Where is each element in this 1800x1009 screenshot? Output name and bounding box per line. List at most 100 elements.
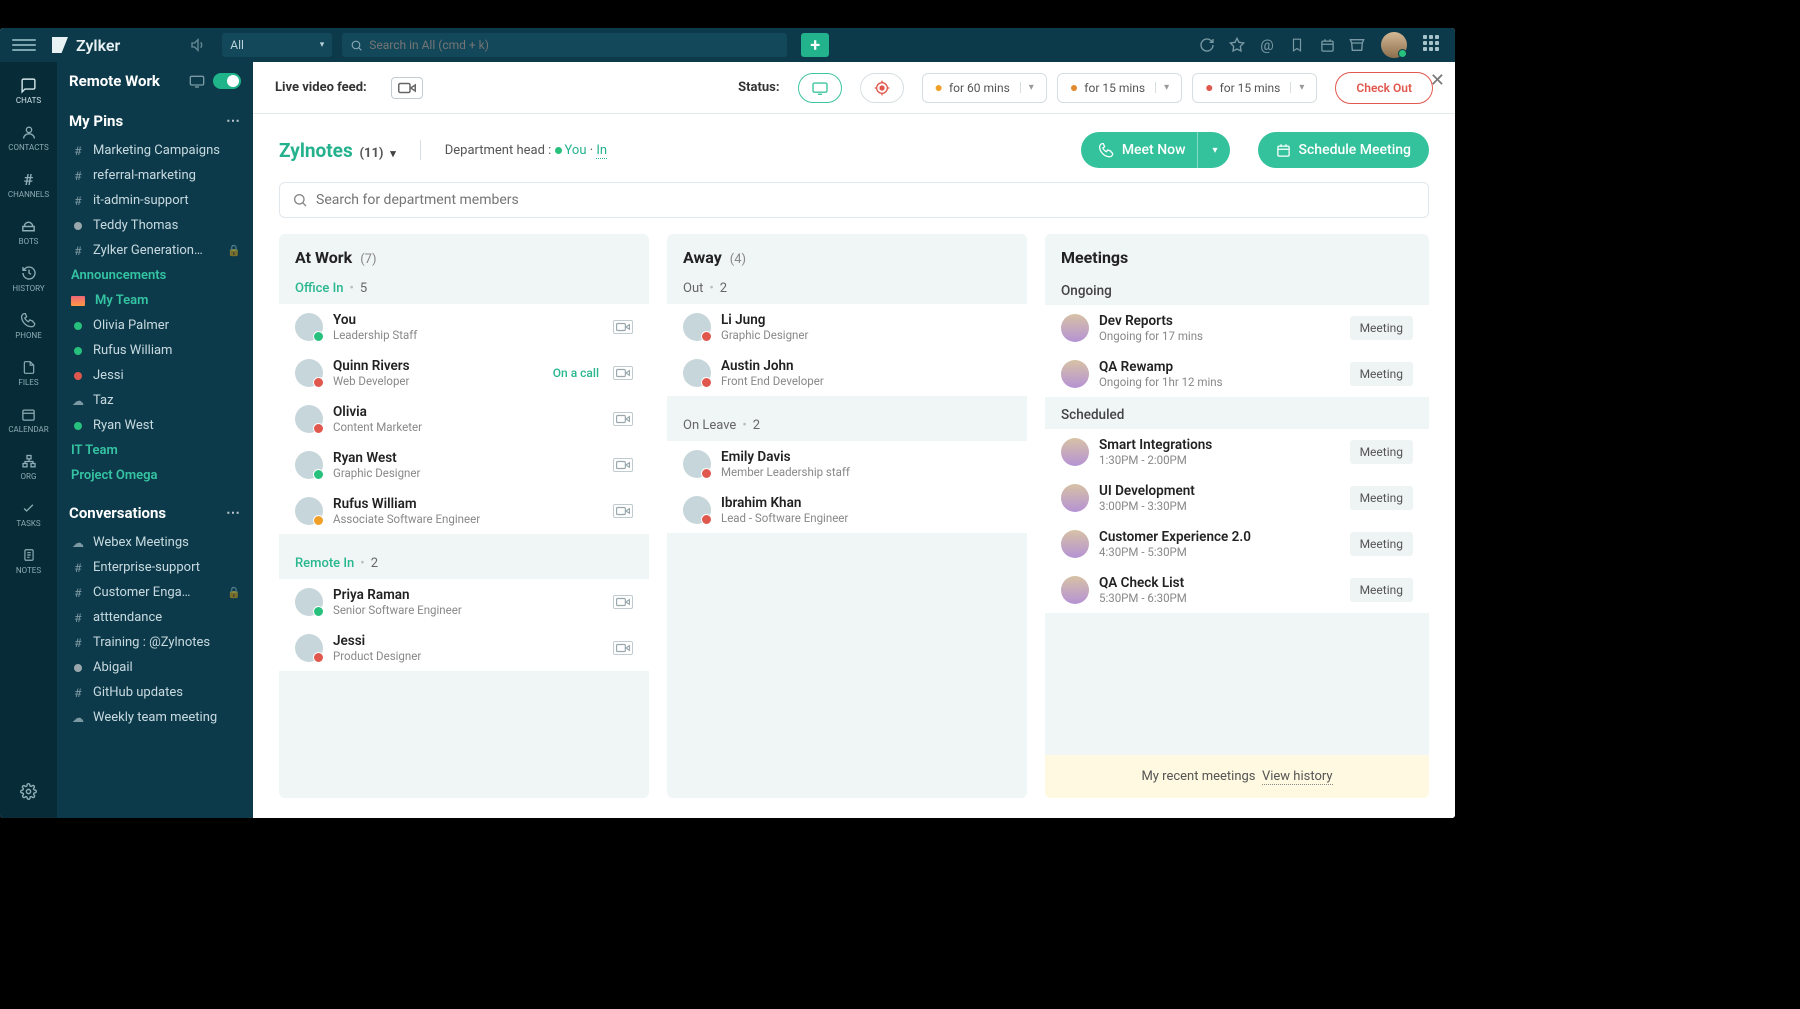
- member-row[interactable]: Austin JohnFront End Developer: [667, 350, 1027, 396]
- rail-org[interactable]: ORG: [0, 446, 57, 487]
- brand[interactable]: Zylker: [52, 36, 120, 55]
- my-pins-title[interactable]: My Pins⋯: [57, 104, 253, 138]
- camera-icon[interactable]: [613, 412, 633, 426]
- sidebar-item[interactable]: Teddy Thomas: [57, 213, 253, 238]
- member-row[interactable]: YouLeadership Staff: [279, 304, 649, 350]
- sidebar-item[interactable]: #Enterprise-support: [57, 555, 253, 580]
- dept-name[interactable]: Zylnotes (11) ▾: [279, 139, 396, 162]
- meeting-row[interactable]: Smart Integrations1:30PM - 2:00PMMeeting: [1045, 429, 1429, 475]
- sidebar-item[interactable]: Jessi: [57, 363, 253, 388]
- view-history-link[interactable]: View history: [1262, 769, 1333, 785]
- camera-icon[interactable]: [613, 366, 633, 380]
- sidebar-item[interactable]: #GitHub updates: [57, 680, 253, 705]
- rail-calendar[interactable]: CALENDAR: [0, 399, 57, 440]
- away-option-meal[interactable]: ●for 60 mins▾: [922, 73, 1047, 103]
- sidebar-item[interactable]: ☁Weekly team meeting: [57, 705, 253, 730]
- sidebar-item[interactable]: #Training : @Zylnotes: [57, 630, 253, 655]
- meeting-row[interactable]: UI Development3:00PM - 3:30PMMeeting: [1045, 475, 1429, 521]
- member-row[interactable]: JessiProduct Designer: [279, 625, 649, 671]
- sidebar-item[interactable]: ☁Taz: [57, 388, 253, 413]
- meeting-badge[interactable]: Meeting: [1350, 316, 1413, 340]
- rail-bots[interactable]: BOTS: [0, 211, 57, 252]
- sidebar-item[interactable]: Abigail: [57, 655, 253, 680]
- camera-icon[interactable]: [613, 320, 633, 334]
- meeting-row[interactable]: Customer Experience 2.04:30PM - 5:30PMMe…: [1045, 521, 1429, 567]
- away-option-coffee[interactable]: ●for 15 mins▾: [1057, 73, 1182, 103]
- member-row[interactable]: Quinn RiversWeb DeveloperOn a call: [279, 350, 649, 396]
- rail-tasks[interactable]: TASKS: [0, 493, 57, 534]
- close-icon[interactable]: ✕: [1430, 70, 1445, 91]
- member-row[interactable]: Priya RamanSenior Software Engineer: [279, 579, 649, 625]
- rail-phone[interactable]: PHONE: [0, 305, 57, 346]
- chats-icon: [20, 76, 38, 94]
- camera-icon[interactable]: [613, 595, 633, 609]
- remote-work-toggle[interactable]: [213, 73, 241, 89]
- camera-icon[interactable]: [613, 504, 633, 518]
- member-row[interactable]: Ryan WestGraphic Designer: [279, 442, 649, 488]
- video-feed-button[interactable]: [391, 77, 423, 99]
- meeting-row[interactable]: QA RewampOngoing for 1hr 12 minsMeeting: [1045, 351, 1429, 397]
- sound-icon[interactable]: [190, 37, 212, 53]
- search-input[interactable]: [369, 38, 779, 52]
- sidebar-item[interactable]: Olivia Palmer: [57, 313, 253, 338]
- add-button[interactable]: +: [801, 33, 829, 57]
- announcements-link[interactable]: Announcements: [57, 263, 253, 288]
- member-row[interactable]: Li JungGraphic Designer: [667, 304, 1027, 350]
- apps-grid-icon[interactable]: [1423, 35, 1443, 55]
- menu-icon[interactable]: [12, 33, 36, 57]
- rail-notes[interactable]: NOTES: [0, 540, 57, 581]
- sidebar-item[interactable]: #Customer Enga…🔒: [57, 580, 253, 605]
- meeting-avatar: [1061, 530, 1089, 558]
- rail-channels[interactable]: #CHANNELS: [0, 164, 57, 205]
- global-search[interactable]: [342, 33, 787, 57]
- member-search-input[interactable]: [316, 192, 1416, 208]
- my-team-link[interactable]: My Team: [57, 288, 253, 313]
- calendar-icon[interactable]: [1317, 35, 1337, 55]
- mention-icon[interactable]: @: [1257, 35, 1277, 55]
- meeting-badge[interactable]: Meeting: [1350, 440, 1413, 464]
- refresh-icon[interactable]: [1197, 35, 1217, 55]
- rail-files[interactable]: FILES: [0, 352, 57, 393]
- rail-history[interactable]: HISTORY: [0, 258, 57, 299]
- star-icon[interactable]: [1227, 35, 1247, 55]
- member-row[interactable]: Ibrahim KhanLead - Software Engineer: [667, 487, 1027, 533]
- status-device-button[interactable]: [798, 73, 842, 103]
- sidebar-item[interactable]: #atttendance: [57, 605, 253, 630]
- check-out-button[interactable]: Check Out: [1335, 72, 1433, 104]
- meeting-badge[interactable]: Meeting: [1350, 532, 1413, 556]
- status-location-button[interactable]: [860, 73, 904, 103]
- member-row[interactable]: OliviaContent Marketer: [279, 396, 649, 442]
- settings-icon[interactable]: [0, 776, 57, 806]
- sidebar-item[interactable]: #Marketing Campaigns: [57, 138, 253, 163]
- conversations-title[interactable]: Conversations⋯: [57, 496, 253, 530]
- meeting-badge[interactable]: Meeting: [1350, 578, 1413, 602]
- sidebar-item[interactable]: ☁Webex Meetings: [57, 530, 253, 555]
- bookmark-icon[interactable]: [1287, 35, 1307, 55]
- meeting-row[interactable]: QA Check List5:30PM - 6:30PMMeeting: [1045, 567, 1429, 613]
- rail-chats[interactable]: CHATS: [0, 70, 57, 111]
- rail-contacts[interactable]: CONTACTS: [0, 117, 57, 158]
- away-option-stretch[interactable]: ●for 15 mins▾: [1192, 73, 1317, 103]
- sidebar-item[interactable]: #Zylker Generation…🔒: [57, 238, 253, 263]
- schedule-meeting-button[interactable]: Schedule Meeting: [1258, 132, 1430, 168]
- meet-now-button[interactable]: Meet Now▾: [1081, 132, 1230, 168]
- camera-icon[interactable]: [613, 641, 633, 655]
- project-omega-link[interactable]: Project Omega: [57, 463, 253, 488]
- it-team-link[interactable]: IT Team: [57, 438, 253, 463]
- sidebar-item[interactable]: Ryan West: [57, 413, 253, 438]
- member-row[interactable]: Rufus WilliamAssociate Software Engineer: [279, 488, 649, 534]
- sidebar-item[interactable]: #referral-marketing: [57, 163, 253, 188]
- search-scope-select[interactable]: All▾: [222, 33, 332, 57]
- member-search[interactable]: [279, 182, 1429, 218]
- user-avatar[interactable]: [1381, 32, 1407, 58]
- display-icon[interactable]: [189, 74, 205, 88]
- meeting-badge[interactable]: Meeting: [1350, 486, 1413, 510]
- sidebar-item[interactable]: #it-admin-support: [57, 188, 253, 213]
- meeting-row[interactable]: Dev ReportsOngoing for 17 minsMeeting: [1045, 305, 1429, 351]
- camera-icon[interactable]: [613, 458, 633, 472]
- hash-icon: #: [71, 194, 85, 208]
- store-icon[interactable]: [1347, 35, 1367, 55]
- sidebar-item[interactable]: Rufus William: [57, 338, 253, 363]
- member-row[interactable]: Emily DavisMember Leadership staff: [667, 441, 1027, 487]
- meeting-badge[interactable]: Meeting: [1350, 362, 1413, 386]
